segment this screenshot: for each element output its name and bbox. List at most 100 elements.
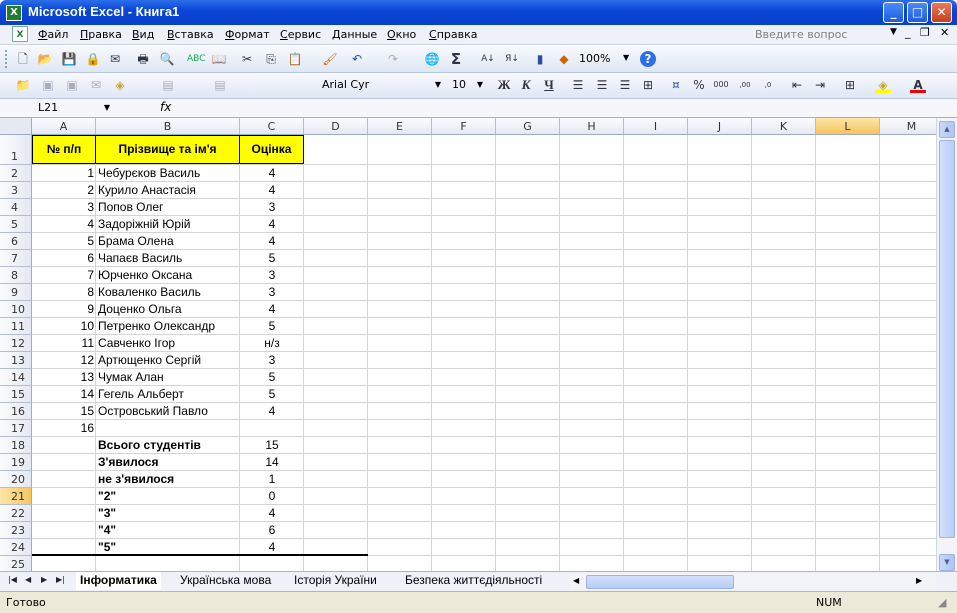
scroll-down-icon[interactable]: ▼ — [939, 554, 955, 571]
folder-icon[interactable]: 📁 — [15, 77, 31, 93]
column-header-m[interactable]: M — [880, 118, 936, 135]
cell-grade[interactable]: 4 — [240, 182, 304, 199]
cell-number[interactable]: 6 — [32, 250, 96, 267]
align-center-icon[interactable]: ☰ — [594, 77, 610, 93]
row-header-11[interactable]: 11 — [0, 318, 32, 335]
sort-descending-icon[interactable]: Я↓ — [504, 51, 520, 67]
cell-student-name[interactable]: Чебурєков Василь — [96, 165, 240, 182]
cell-student-name[interactable]: Гегель Альберт — [96, 386, 240, 403]
cell-student-name[interactable]: Коваленко Василь — [96, 284, 240, 301]
column-header-h[interactable]: H — [560, 118, 624, 135]
row-header-22[interactable]: 22 — [0, 505, 32, 522]
review-icon-5[interactable]: ▤ — [160, 77, 176, 93]
question-dropdown-icon[interactable]: ▼ — [890, 27, 897, 37]
sheet-tab-history[interactable]: Історія України — [290, 572, 381, 590]
column-header-b[interactable]: B — [96, 118, 240, 135]
cell-student-name[interactable]: Брама Олена — [96, 233, 240, 250]
font-color-icon[interactable]: A — [910, 77, 926, 93]
borders-icon[interactable]: ⊞ — [842, 77, 858, 93]
align-right-icon[interactable]: ☰ — [617, 77, 633, 93]
review-icon-2[interactable]: ▣ — [64, 77, 80, 93]
row-header-15[interactable]: 15 — [0, 386, 32, 403]
horizontal-scrollbar[interactable]: ◀ ▶ — [570, 574, 936, 590]
excel-app-icon[interactable]: X — [6, 5, 22, 21]
column-header-f[interactable]: F — [432, 118, 496, 135]
menu-file[interactable]: Файл — [38, 28, 68, 41]
scroll-left-icon[interactable]: ◀ — [573, 576, 579, 585]
cell-summary-value[interactable]: 0 — [240, 488, 304, 505]
menu-edit[interactable]: Правка — [80, 28, 122, 41]
cell-grade[interactable]: 4 — [240, 403, 304, 420]
row-header-2[interactable]: 2 — [0, 165, 32, 182]
save-icon[interactable]: 💾 — [61, 51, 77, 67]
menu-insert[interactable]: Вставка — [167, 28, 214, 41]
cell-summary-label[interactable]: не з'явилося — [96, 471, 240, 488]
research-icon[interactable]: 📖 — [211, 51, 227, 67]
undo-icon[interactable]: ↶ — [349, 51, 365, 67]
row-header-21[interactable]: 21 — [0, 488, 32, 505]
help-icon[interactable]: ? — [640, 51, 656, 67]
cell-summary-label[interactable]: "2" — [96, 488, 240, 505]
name-box[interactable]: L21 ▼ — [4, 100, 114, 116]
prev-sheet-icon[interactable]: ◀ — [25, 575, 31, 584]
row-header-16[interactable]: 16 — [0, 403, 32, 420]
row-header-9[interactable]: 9 — [0, 284, 32, 301]
doc-close-button[interactable]: ✕ — [940, 26, 949, 39]
review-icon-6[interactable]: ▤ — [212, 77, 228, 93]
cell-summary-value[interactable]: 1 — [240, 471, 304, 488]
italic-button[interactable]: К — [518, 77, 534, 93]
cell-summary-value[interactable]: 4 — [240, 505, 304, 522]
resize-grip-icon[interactable]: ◢ — [938, 596, 946, 609]
decrease-indent-icon[interactable]: ⇤ — [789, 77, 805, 93]
comma-style-icon[interactable]: 000 — [713, 77, 729, 93]
cell-summary-value[interactable]: 15 — [240, 437, 304, 454]
cell-number[interactable]: 9 — [32, 301, 96, 318]
cell-number[interactable]: 2 — [32, 182, 96, 199]
cell-number[interactable]: 4 — [32, 216, 96, 233]
menu-data[interactable]: Данные — [332, 28, 377, 41]
row-header-13[interactable]: 13 — [0, 352, 32, 369]
zoom-value[interactable]: 100% — [579, 52, 610, 65]
row-header-3[interactable]: 3 — [0, 182, 32, 199]
redo-icon[interactable]: ↷ — [385, 51, 401, 67]
font-name-combo[interactable]: Arial Cyr ▼ — [318, 76, 444, 94]
cell-number[interactable]: 10 — [32, 318, 96, 335]
cell-student-name[interactable]: Островський Павло — [96, 403, 240, 420]
cell-student-name[interactable]: Петренко Олександр — [96, 318, 240, 335]
scroll-up-icon[interactable]: ▲ — [939, 121, 955, 138]
sheet-tab-ukrainian[interactable]: Українська мова — [176, 572, 275, 590]
cell-number[interactable]: 14 — [32, 386, 96, 403]
row-header-8[interactable]: 8 — [0, 267, 32, 284]
question-box[interactable]: Введите вопрос — [755, 28, 847, 41]
review-icon-1[interactable]: ▣ — [40, 77, 56, 93]
cell-summary-value[interactable]: 14 — [240, 454, 304, 471]
paste-icon[interactable]: 📋 — [287, 51, 303, 67]
column-header-l[interactable]: L — [816, 118, 880, 135]
cell-grade[interactable]: 3 — [240, 352, 304, 369]
sheet-tab-safety[interactable]: Безпека життєдіяльності — [401, 572, 546, 590]
cell-grade[interactable]: 5 — [240, 386, 304, 403]
cell-grade[interactable]: 4 — [240, 233, 304, 250]
font-size-combo[interactable]: 10 ▼ — [448, 76, 486, 94]
spelling-icon[interactable]: ABC — [187, 51, 205, 67]
cell-student-name[interactable]: Чумак Алан — [96, 369, 240, 386]
cell-student-name[interactable]: Артющенко Сергій — [96, 352, 240, 369]
decrease-decimal-icon[interactable]: ,0 — [760, 77, 776, 93]
row-header-12[interactable]: 12 — [0, 335, 32, 352]
row-header-19[interactable]: 19 — [0, 454, 32, 471]
increase-indent-icon[interactable]: ⇥ — [812, 77, 828, 93]
column-header-i[interactable]: I — [624, 118, 688, 135]
email-icon[interactable]: ✉ — [107, 51, 123, 67]
row-header-4[interactable]: 4 — [0, 199, 32, 216]
cell-number[interactable]: 3 — [32, 199, 96, 216]
font-name-dropdown-icon[interactable]: ▼ — [435, 77, 441, 93]
workbook-icon[interactable]: X — [12, 26, 28, 42]
format-painter-icon[interactable]: 🖌 — [322, 51, 338, 67]
cell-number[interactable]: 16 — [32, 420, 96, 437]
merge-center-icon[interactable]: ⊞ — [640, 77, 656, 93]
header-number[interactable]: № п/п — [32, 135, 96, 164]
header-name[interactable]: Прізвище та ім'я — [95, 135, 240, 164]
drawing-icon[interactable]: ◆ — [556, 51, 572, 67]
row-header-20[interactable]: 20 — [0, 471, 32, 488]
cell-grade[interactable]: 5 — [240, 318, 304, 335]
